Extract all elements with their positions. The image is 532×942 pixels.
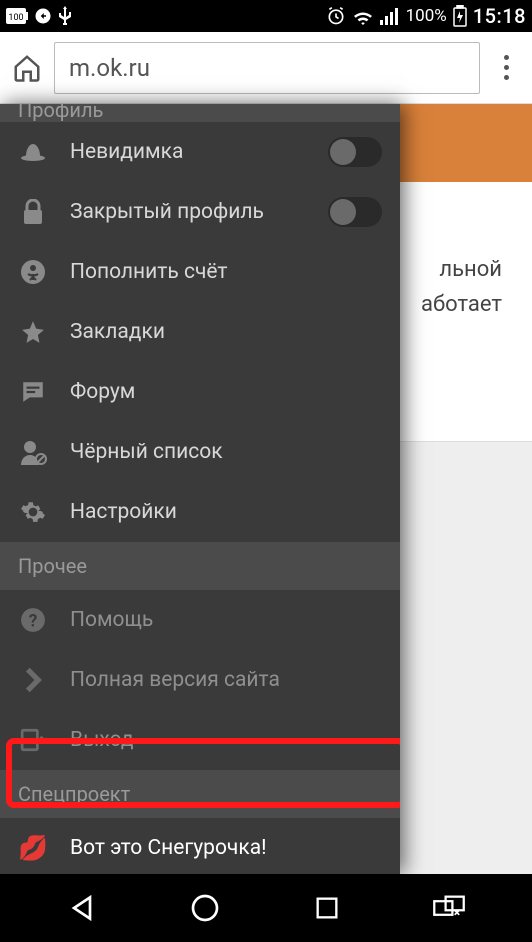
menu-full-site[interactable]: Полная версия сайта — [0, 650, 400, 710]
svg-text:100: 100 — [8, 13, 23, 23]
menu-label: Чёрный список — [70, 440, 223, 464]
browser-toolbar: m.ok.ru — [0, 32, 532, 104]
side-drawer: Профиль Невидимка Закрытый профиль Попол… — [0, 104, 400, 874]
nav-switch-button[interactable] — [432, 894, 466, 922]
menu-label: Настройки — [70, 500, 177, 524]
android-nav-bar — [0, 874, 532, 942]
lips-icon: 💋 — [18, 834, 48, 862]
svg-text:?: ? — [29, 612, 38, 632]
toggle-closed-profile[interactable] — [328, 197, 382, 227]
home-icon[interactable] — [12, 53, 42, 83]
menu-settings[interactable]: Настройки — [0, 482, 400, 542]
signal-icon — [380, 7, 400, 25]
menu-forum[interactable]: Форум — [0, 362, 400, 422]
menu-blacklist[interactable]: Чёрный список — [0, 422, 400, 482]
menu-label: Выход — [70, 728, 134, 752]
battery-small-icon: 100 — [6, 8, 28, 24]
battery-pct-label: 100% — [406, 6, 447, 26]
menu-label: Форум — [70, 380, 135, 404]
menu-label: Невидимка — [70, 140, 183, 164]
menu-label: Вот это Снегурочка! — [70, 836, 267, 860]
help-icon: ? — [18, 607, 48, 633]
section-other: Прочее — [0, 542, 400, 590]
menu-topup[interactable]: Пополнить счёт — [0, 242, 400, 302]
url-input[interactable]: m.ok.ru — [54, 42, 480, 94]
logout-icon — [18, 727, 48, 753]
menu-snegurochka[interactable]: 💋 Вот это Снегурочка! — [0, 818, 400, 874]
user-blocked-icon — [18, 439, 48, 465]
section-special: Спецпроект — [0, 770, 400, 818]
nav-back-button[interactable] — [66, 892, 98, 924]
url-text: m.ok.ru — [69, 54, 150, 82]
star-icon — [18, 319, 48, 345]
coin-ok-icon — [18, 259, 48, 285]
menu-closed-profile[interactable]: Закрытый профиль — [0, 182, 400, 242]
clock-label: 15:18 — [473, 4, 526, 28]
alarm-icon — [326, 6, 346, 26]
nav-recent-button[interactable] — [313, 894, 341, 922]
hat-icon — [18, 142, 48, 162]
nav-home-button[interactable] — [189, 892, 221, 924]
chat-icon — [18, 379, 48, 405]
chevron-right-icon — [18, 667, 48, 693]
menu-help[interactable]: ? Помощь — [0, 590, 400, 650]
menu-label: Пополнить счёт — [70, 260, 228, 284]
menu-label: Полная версия сайта — [70, 668, 280, 692]
wifi-icon — [352, 7, 374, 25]
menu-label: Закладки — [70, 320, 165, 344]
menu-logout[interactable]: Выход — [0, 710, 400, 770]
sync-icon — [34, 7, 52, 25]
menu-label: Помощь — [70, 608, 153, 632]
browser-menu-button[interactable] — [492, 55, 520, 80]
usb-icon — [58, 6, 72, 26]
section-profile: Профиль — [0, 104, 400, 122]
gear-icon — [18, 499, 48, 525]
toggle-invisible[interactable] — [328, 137, 382, 167]
menu-invisible[interactable]: Невидимка — [0, 122, 400, 182]
lock-icon — [18, 199, 48, 225]
android-status-bar: 100 100% 15:18 — [0, 0, 532, 32]
menu-label: Закрытый профиль — [70, 200, 264, 224]
battery-charging-icon — [453, 5, 467, 27]
menu-bookmarks[interactable]: Закладки — [0, 302, 400, 362]
